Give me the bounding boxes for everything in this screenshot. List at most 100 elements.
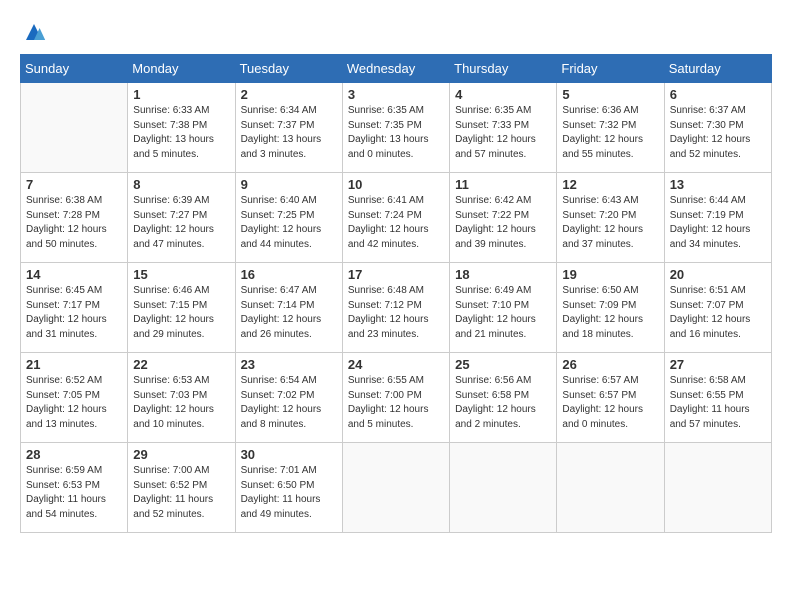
day-info: Sunrise: 6:50 AM Sunset: 7:09 PM Dayligh… [562, 284, 658, 342]
day-info: Sunrise: 6:55 AM Sunset: 7:00 PM Dayligh… [348, 374, 444, 432]
day-number: 23 [241, 357, 337, 372]
day-number: 9 [241, 177, 337, 192]
day-number: 15 [133, 267, 229, 282]
calendar-body: 1 Sunrise: 6:33 AM Sunset: 7:38 PM Daylig… [21, 83, 772, 533]
day-info: Sunrise: 6:43 AM Sunset: 7:20 PM Dayligh… [562, 194, 658, 252]
day-info: Sunrise: 6:54 AM Sunset: 7:02 PM Dayligh… [241, 374, 337, 432]
day-number: 5 [562, 87, 658, 102]
day-info: Sunrise: 6:46 AM Sunset: 7:15 PM Dayligh… [133, 284, 229, 342]
day-number: 22 [133, 357, 229, 372]
day-number: 12 [562, 177, 658, 192]
day-info: Sunrise: 7:01 AM Sunset: 6:50 PM Dayligh… [241, 464, 337, 522]
calendar-cell: 19 Sunrise: 6:50 AM Sunset: 7:09 PM Dayli… [557, 263, 664, 353]
header-day-friday: Friday [557, 55, 664, 83]
day-number: 8 [133, 177, 229, 192]
day-info: Sunrise: 6:44 AM Sunset: 7:19 PM Dayligh… [670, 194, 766, 252]
week-row-4: 28Sunrise: 6:59 AM Sunset: 6:53 PM Dayli… [21, 443, 772, 533]
calendar-cell: 20 Sunrise: 6:51 AM Sunset: 7:07 PM Dayli… [664, 263, 771, 353]
header-day-wednesday: Wednesday [342, 55, 449, 83]
calendar-cell: 18 Sunrise: 6:49 AM Sunset: 7:10 PM Dayli… [450, 263, 557, 353]
day-number: 18 [455, 267, 551, 282]
day-number: 24 [348, 357, 444, 372]
calendar-cell: 16 Sunrise: 6:47 AM Sunset: 7:14 PM Dayli… [235, 263, 342, 353]
calendar-cell: 10 Sunrise: 6:41 AM Sunset: 7:24 PM Dayli… [342, 173, 449, 263]
day-number: 7 [26, 177, 122, 192]
calendar-cell: 11 Sunrise: 6:42 AM Sunset: 7:22 PM Dayli… [450, 173, 557, 263]
calendar-cell [664, 443, 771, 533]
calendar-cell [450, 443, 557, 533]
day-number: 11 [455, 177, 551, 192]
day-info: Sunrise: 6:33 AM Sunset: 7:38 PM Dayligh… [133, 104, 229, 162]
day-number: 13 [670, 177, 766, 192]
day-info: Sunrise: 6:49 AM Sunset: 7:10 PM Dayligh… [455, 284, 551, 342]
day-number: 19 [562, 267, 658, 282]
day-info: Sunrise: 6:42 AM Sunset: 7:22 PM Dayligh… [455, 194, 551, 252]
calendar-cell: 17 Sunrise: 6:48 AM Sunset: 7:12 PM Dayli… [342, 263, 449, 353]
calendar-cell: 3Sunrise: 6:35 AM Sunset: 7:35 PM Daylig… [342, 83, 449, 173]
calendar-cell: 15 Sunrise: 6:46 AM Sunset: 7:15 PM Dayli… [128, 263, 235, 353]
calendar-cell: 5Sunrise: 6:36 AM Sunset: 7:32 PM Daylig… [557, 83, 664, 173]
day-number: 10 [348, 177, 444, 192]
day-number: 17 [348, 267, 444, 282]
header-day-thursday: Thursday [450, 55, 557, 83]
day-number: 29 [133, 447, 229, 462]
day-info: Sunrise: 6:41 AM Sunset: 7:24 PM Dayligh… [348, 194, 444, 252]
day-number: 30 [241, 447, 337, 462]
day-info: Sunrise: 7:00 AM Sunset: 6:52 PM Dayligh… [133, 464, 229, 522]
day-number: 6 [670, 87, 766, 102]
day-number: 20 [670, 267, 766, 282]
calendar-table: SundayMondayTuesdayWednesdayThursdayFrid… [20, 54, 772, 533]
day-number: 16 [241, 267, 337, 282]
day-info: Sunrise: 6:56 AM Sunset: 6:58 PM Dayligh… [455, 374, 551, 432]
day-info: Sunrise: 6:51 AM Sunset: 7:07 PM Dayligh… [670, 284, 766, 342]
calendar-cell: 6 Sunrise: 6:37 AM Sunset: 7:30 PM Daylig… [664, 83, 771, 173]
logo [20, 20, 46, 44]
calendar-cell: 27 Sunrise: 6:58 AM Sunset: 6:55 PM Dayli… [664, 353, 771, 443]
day-info: Sunrise: 6:45 AM Sunset: 7:17 PM Dayligh… [26, 284, 122, 342]
day-number: 26 [562, 357, 658, 372]
day-number: 21 [26, 357, 122, 372]
calendar-cell: 25 Sunrise: 6:56 AM Sunset: 6:58 PM Dayli… [450, 353, 557, 443]
page-header [20, 20, 772, 44]
day-info: Sunrise: 6:38 AM Sunset: 7:28 PM Dayligh… [26, 194, 122, 252]
day-number: 28 [26, 447, 122, 462]
calendar-cell [342, 443, 449, 533]
week-row-0: 1 Sunrise: 6:33 AM Sunset: 7:38 PM Daylig… [21, 83, 772, 173]
header-day-saturday: Saturday [664, 55, 771, 83]
day-info: Sunrise: 6:37 AM Sunset: 7:30 PM Dayligh… [670, 104, 766, 162]
day-info: Sunrise: 6:58 AM Sunset: 6:55 PM Dayligh… [670, 374, 766, 432]
day-info: Sunrise: 6:35 AM Sunset: 7:35 PM Dayligh… [348, 104, 444, 162]
calendar-cell [21, 83, 128, 173]
week-row-2: 14Sunrise: 6:45 AM Sunset: 7:17 PM Dayli… [21, 263, 772, 353]
header-day-monday: Monday [128, 55, 235, 83]
calendar-cell [557, 443, 664, 533]
week-row-1: 7 Sunrise: 6:38 AM Sunset: 7:28 PM Daylig… [21, 173, 772, 263]
header-day-tuesday: Tuesday [235, 55, 342, 83]
day-number: 1 [133, 87, 229, 102]
calendar-cell: 8Sunrise: 6:39 AM Sunset: 7:27 PM Daylig… [128, 173, 235, 263]
day-number: 25 [455, 357, 551, 372]
calendar-cell: 4 Sunrise: 6:35 AM Sunset: 7:33 PM Daylig… [450, 83, 557, 173]
day-number: 4 [455, 87, 551, 102]
calendar-cell: 2Sunrise: 6:34 AM Sunset: 7:37 PM Daylig… [235, 83, 342, 173]
day-number: 27 [670, 357, 766, 372]
day-info: Sunrise: 6:47 AM Sunset: 7:14 PM Dayligh… [241, 284, 337, 342]
day-info: Sunrise: 6:57 AM Sunset: 6:57 PM Dayligh… [562, 374, 658, 432]
day-number: 2 [241, 87, 337, 102]
calendar-cell: 13 Sunrise: 6:44 AM Sunset: 7:19 PM Dayli… [664, 173, 771, 263]
calendar-cell: 26 Sunrise: 6:57 AM Sunset: 6:57 PM Dayli… [557, 353, 664, 443]
day-info: Sunrise: 6:52 AM Sunset: 7:05 PM Dayligh… [26, 374, 122, 432]
day-info: Sunrise: 6:53 AM Sunset: 7:03 PM Dayligh… [133, 374, 229, 432]
day-info: Sunrise: 6:48 AM Sunset: 7:12 PM Dayligh… [348, 284, 444, 342]
calendar-cell: 14Sunrise: 6:45 AM Sunset: 7:17 PM Dayli… [21, 263, 128, 353]
calendar-cell: 12 Sunrise: 6:43 AM Sunset: 7:20 PM Dayli… [557, 173, 664, 263]
calendar-cell: 1 Sunrise: 6:33 AM Sunset: 7:38 PM Daylig… [128, 83, 235, 173]
calendar-cell: 21 Sunrise: 6:52 AM Sunset: 7:05 PM Dayli… [21, 353, 128, 443]
day-info: Sunrise: 6:40 AM Sunset: 7:25 PM Dayligh… [241, 194, 337, 252]
calendar-cell: 29 Sunrise: 7:00 AM Sunset: 6:52 PM Dayli… [128, 443, 235, 533]
calendar-cell: 7 Sunrise: 6:38 AM Sunset: 7:28 PM Daylig… [21, 173, 128, 263]
calendar-cell: 22 Sunrise: 6:53 AM Sunset: 7:03 PM Dayli… [128, 353, 235, 443]
calendar-cell: 30 Sunrise: 7:01 AM Sunset: 6:50 PM Dayli… [235, 443, 342, 533]
calendar-cell: 24 Sunrise: 6:55 AM Sunset: 7:00 PM Dayli… [342, 353, 449, 443]
day-info: Sunrise: 6:35 AM Sunset: 7:33 PM Dayligh… [455, 104, 551, 162]
